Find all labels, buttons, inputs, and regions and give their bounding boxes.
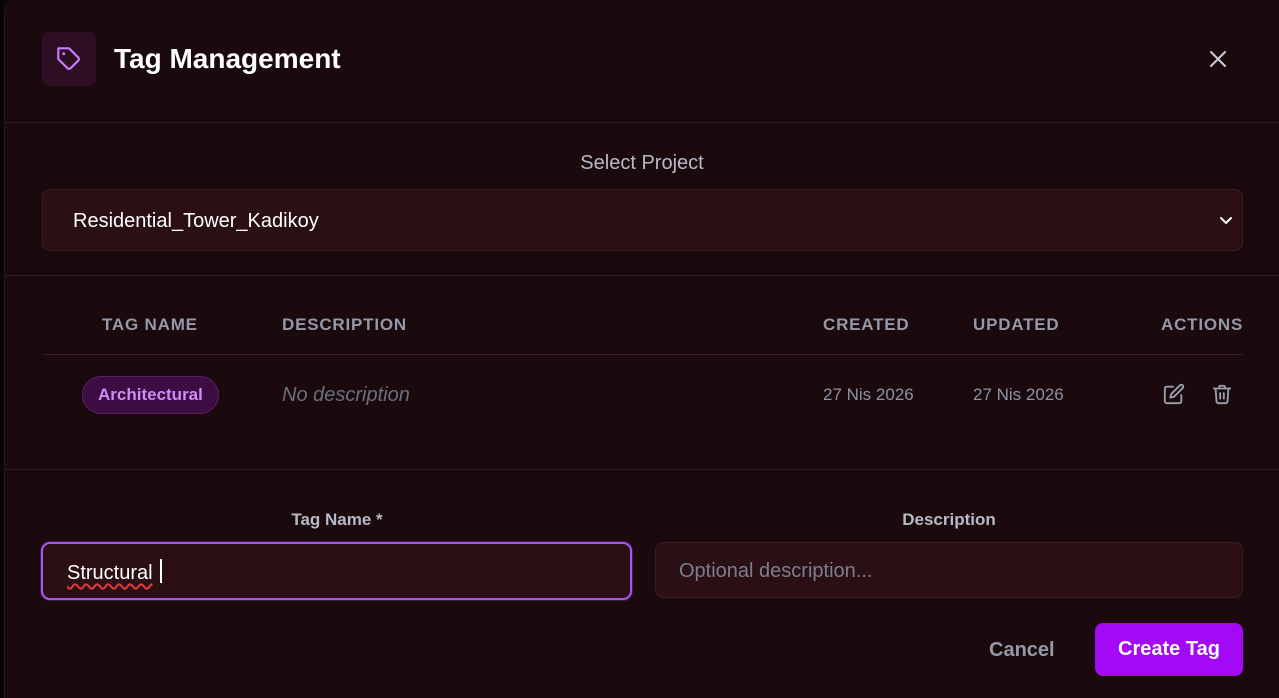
tag-description: No description — [282, 384, 410, 406]
modal-title: Tag Management — [114, 43, 341, 74]
tag-created-date: 27 Nis 2026 — [823, 385, 914, 404]
select-project-label: Select Project — [580, 152, 704, 174]
tag-icon — [42, 32, 96, 86]
column-header-created: CREATED — [823, 315, 910, 334]
tag-management-modal: Tag Management Select Project Residentia… — [4, 0, 1279, 698]
description-input[interactable]: Optional description... — [655, 542, 1243, 598]
text-caret — [160, 559, 162, 583]
column-header-description: DESCRIPTION — [282, 315, 407, 334]
table-row: Architectural No description 27 Nis 2026… — [42, 355, 1243, 435]
trash-icon[interactable] — [1211, 383, 1233, 405]
tag-name-input[interactable]: Structural — [41, 542, 632, 600]
modal-header: Tag Management — [5, 0, 1279, 123]
tag-name-badge: Architectural — [82, 376, 219, 414]
close-icon[interactable] — [1203, 44, 1233, 74]
create-tag-button[interactable]: Create Tag — [1095, 623, 1243, 676]
cancel-button[interactable]: Cancel — [989, 639, 1055, 662]
tag-name-label: Tag Name * — [291, 510, 383, 529]
description-label: Description — [902, 510, 996, 529]
chevron-down-icon — [1218, 212, 1234, 228]
column-header-actions: ACTIONS — [1161, 315, 1244, 334]
tag-updated-date: 27 Nis 2026 — [973, 385, 1064, 404]
create-tag-form: Tag Name * Description Structural Option… — [5, 469, 1279, 698]
project-select[interactable]: Residential_Tower_Kadikoy — [42, 189, 1243, 251]
project-section: Select Project Residential_Tower_Kadikoy — [5, 123, 1279, 276]
column-header-tag-name: TAG NAME — [102, 315, 198, 334]
tag-name-input-value: Structural — [67, 562, 153, 584]
column-header-updated: UPDATED — [973, 315, 1060, 334]
project-select-value: Residential_Tower_Kadikoy — [73, 210, 319, 232]
tags-table: TAG NAME DESCRIPTION CREATED UPDATED ACT… — [42, 276, 1243, 470]
description-placeholder: Optional description... — [679, 560, 873, 582]
edit-icon[interactable] — [1163, 383, 1185, 405]
